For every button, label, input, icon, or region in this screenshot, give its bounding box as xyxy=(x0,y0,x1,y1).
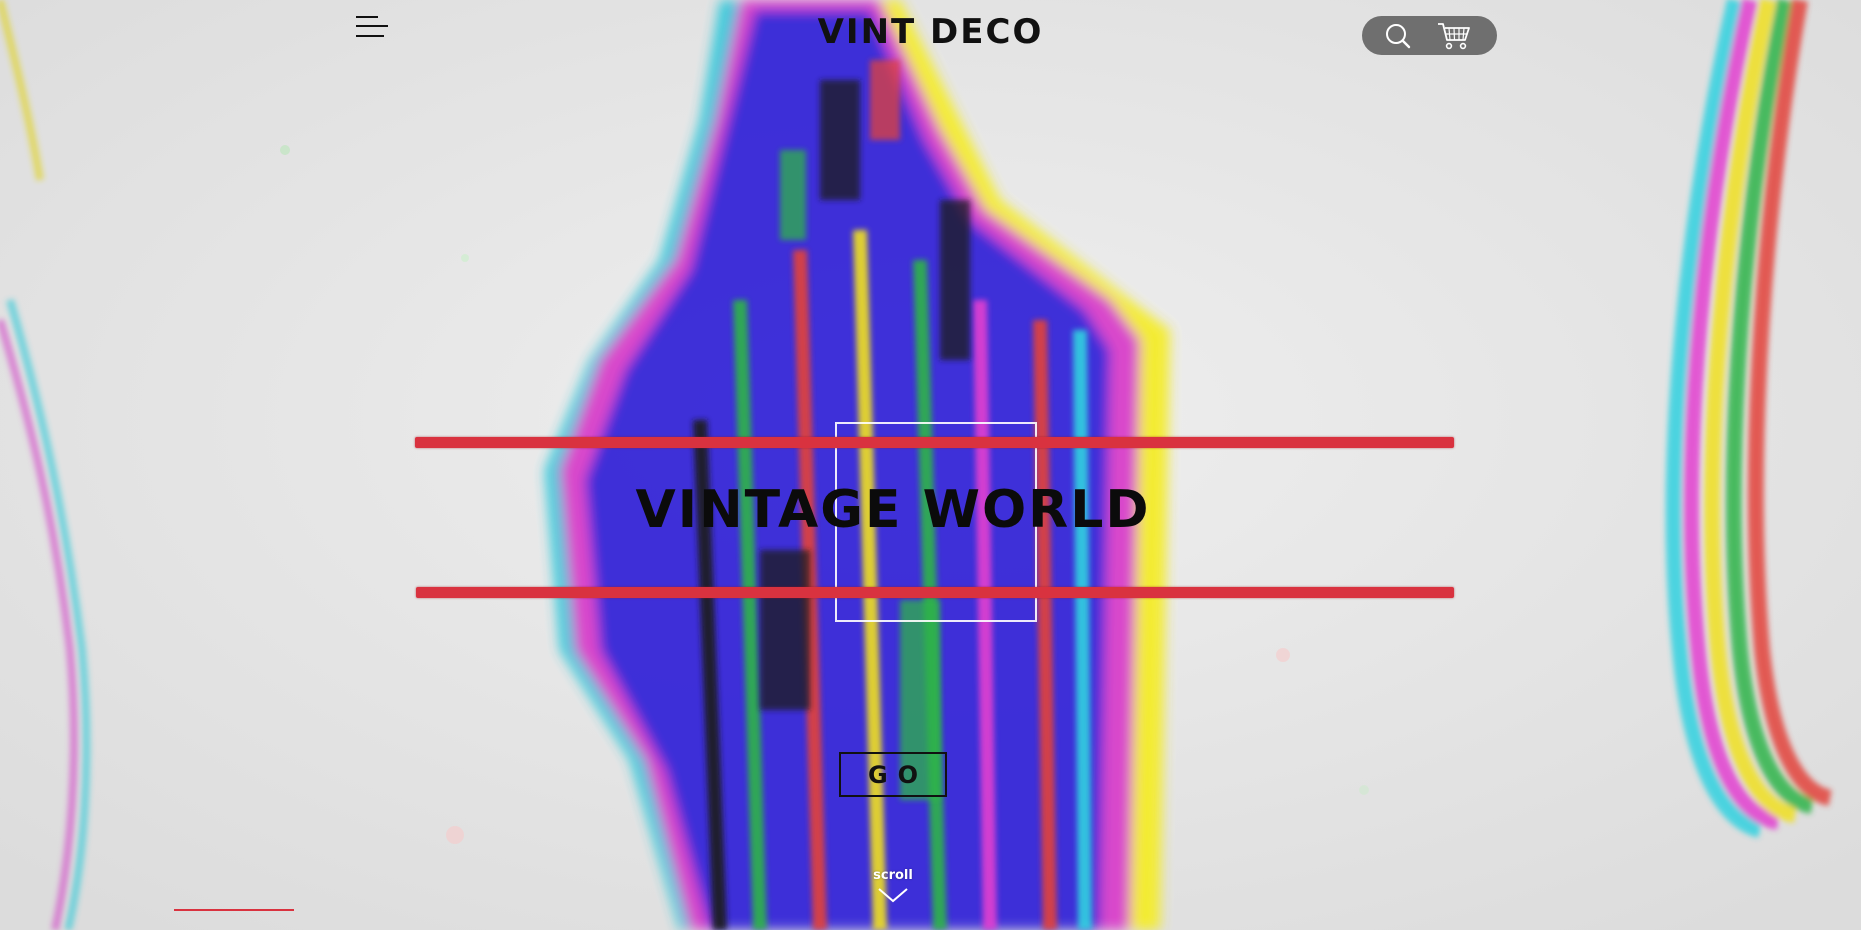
slide-progress-indicator xyxy=(174,909,294,911)
header-actions xyxy=(1362,16,1497,55)
cart-button[interactable] xyxy=(1436,20,1472,52)
hamburger-menu-icon xyxy=(356,16,378,18)
search-button[interactable] xyxy=(1382,20,1414,52)
page: VINT DECO VINTAGE WORLD GO scroll xyxy=(0,0,1861,930)
hero-bottom-line xyxy=(416,587,1454,598)
hero-top-line xyxy=(415,437,1454,448)
hamburger-menu-icon xyxy=(356,25,388,27)
chevron-down-icon xyxy=(878,888,908,903)
hero-title: VINTAGE WORLD xyxy=(635,480,1151,540)
menu-button[interactable] xyxy=(352,14,388,40)
shopping-cart-icon xyxy=(1438,23,1470,50)
brand-logo[interactable]: VINT DECO xyxy=(818,12,1044,52)
scroll-indicator[interactable]: scroll xyxy=(860,868,926,928)
search-icon xyxy=(1386,24,1411,49)
go-button[interactable]: GO xyxy=(839,752,947,797)
scroll-label: scroll xyxy=(873,868,913,883)
hamburger-menu-icon xyxy=(356,35,384,37)
